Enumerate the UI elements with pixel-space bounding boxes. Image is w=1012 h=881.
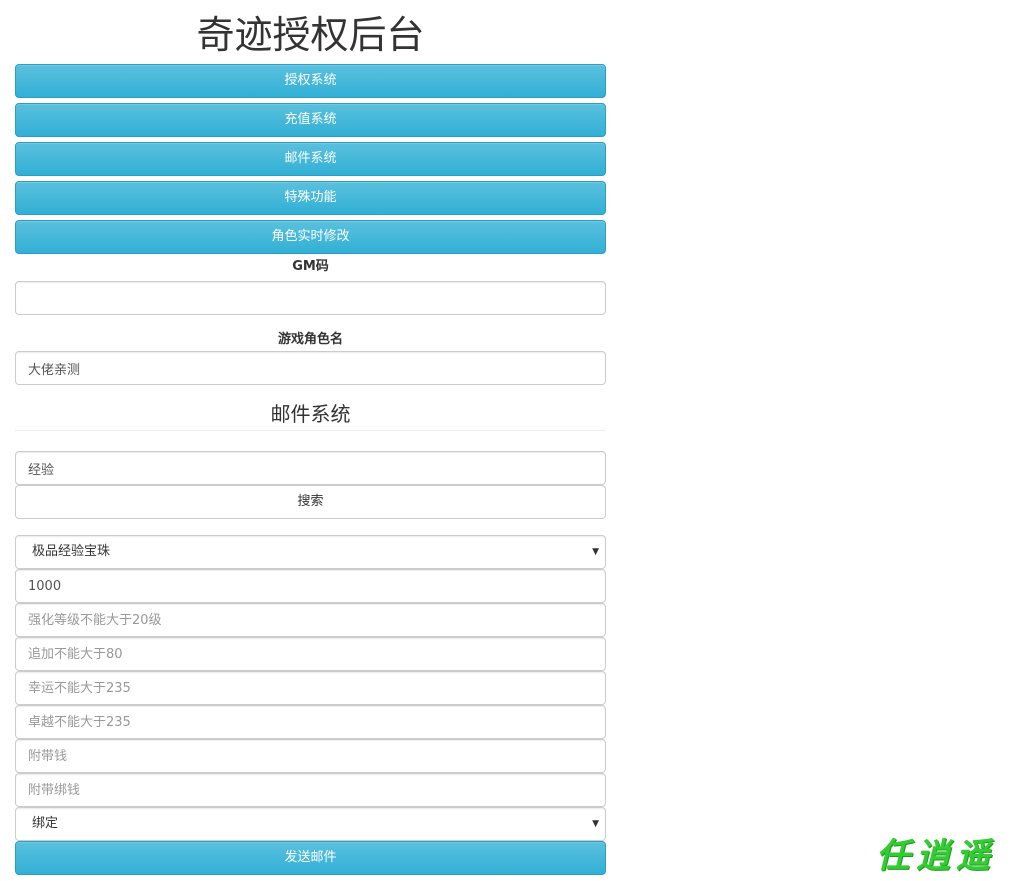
enhance-level-input[interactable]: [15, 603, 606, 637]
nav-button-special[interactable]: 特殊功能: [15, 181, 606, 215]
bind-select[interactable]: 绑定 ▼: [15, 807, 606, 841]
nav-button-role-edit[interactable]: 角色实时修改: [15, 220, 606, 254]
admin-panel: 奇迹授权后台 授权系统 充值系统 邮件系统 特殊功能 角色实时修改 GM码 游戏…: [15, 0, 606, 880]
chevron-down-icon: ▼: [592, 547, 599, 557]
item-select[interactable]: 极品经验宝珠 ▼: [15, 535, 606, 569]
nav-button-authorization[interactable]: 授权系统: [15, 64, 606, 98]
append-input[interactable]: [15, 637, 606, 671]
role-name-input[interactable]: [15, 351, 606, 385]
bound-money-input[interactable]: [15, 773, 606, 807]
search-button[interactable]: 搜索: [15, 485, 606, 519]
item-select-value: 极品经验宝珠: [32, 544, 111, 559]
bind-select-value: 绑定: [32, 816, 59, 831]
send-mail-button[interactable]: 发送邮件: [15, 841, 606, 875]
brand-logo: 任逍遥: [876, 836, 996, 876]
nav-button-recharge[interactable]: 充值系统: [15, 103, 606, 137]
item-search-input[interactable]: [15, 451, 606, 485]
nav-button-mail[interactable]: 邮件系统: [15, 142, 606, 176]
page-title: 奇迹授权后台: [196, 13, 425, 57]
gm-code-label: GM码: [292, 259, 329, 274]
money-input[interactable]: [15, 739, 606, 773]
quantity-input[interactable]: [15, 569, 606, 603]
mail-section-heading: 邮件系统: [15, 398, 606, 431]
role-name-label: 游戏角色名: [277, 332, 343, 347]
luck-input[interactable]: [15, 671, 606, 705]
excellent-input[interactable]: [15, 705, 606, 739]
gm-code-input[interactable]: [15, 281, 606, 315]
chevron-down-icon: ▼: [592, 819, 599, 829]
